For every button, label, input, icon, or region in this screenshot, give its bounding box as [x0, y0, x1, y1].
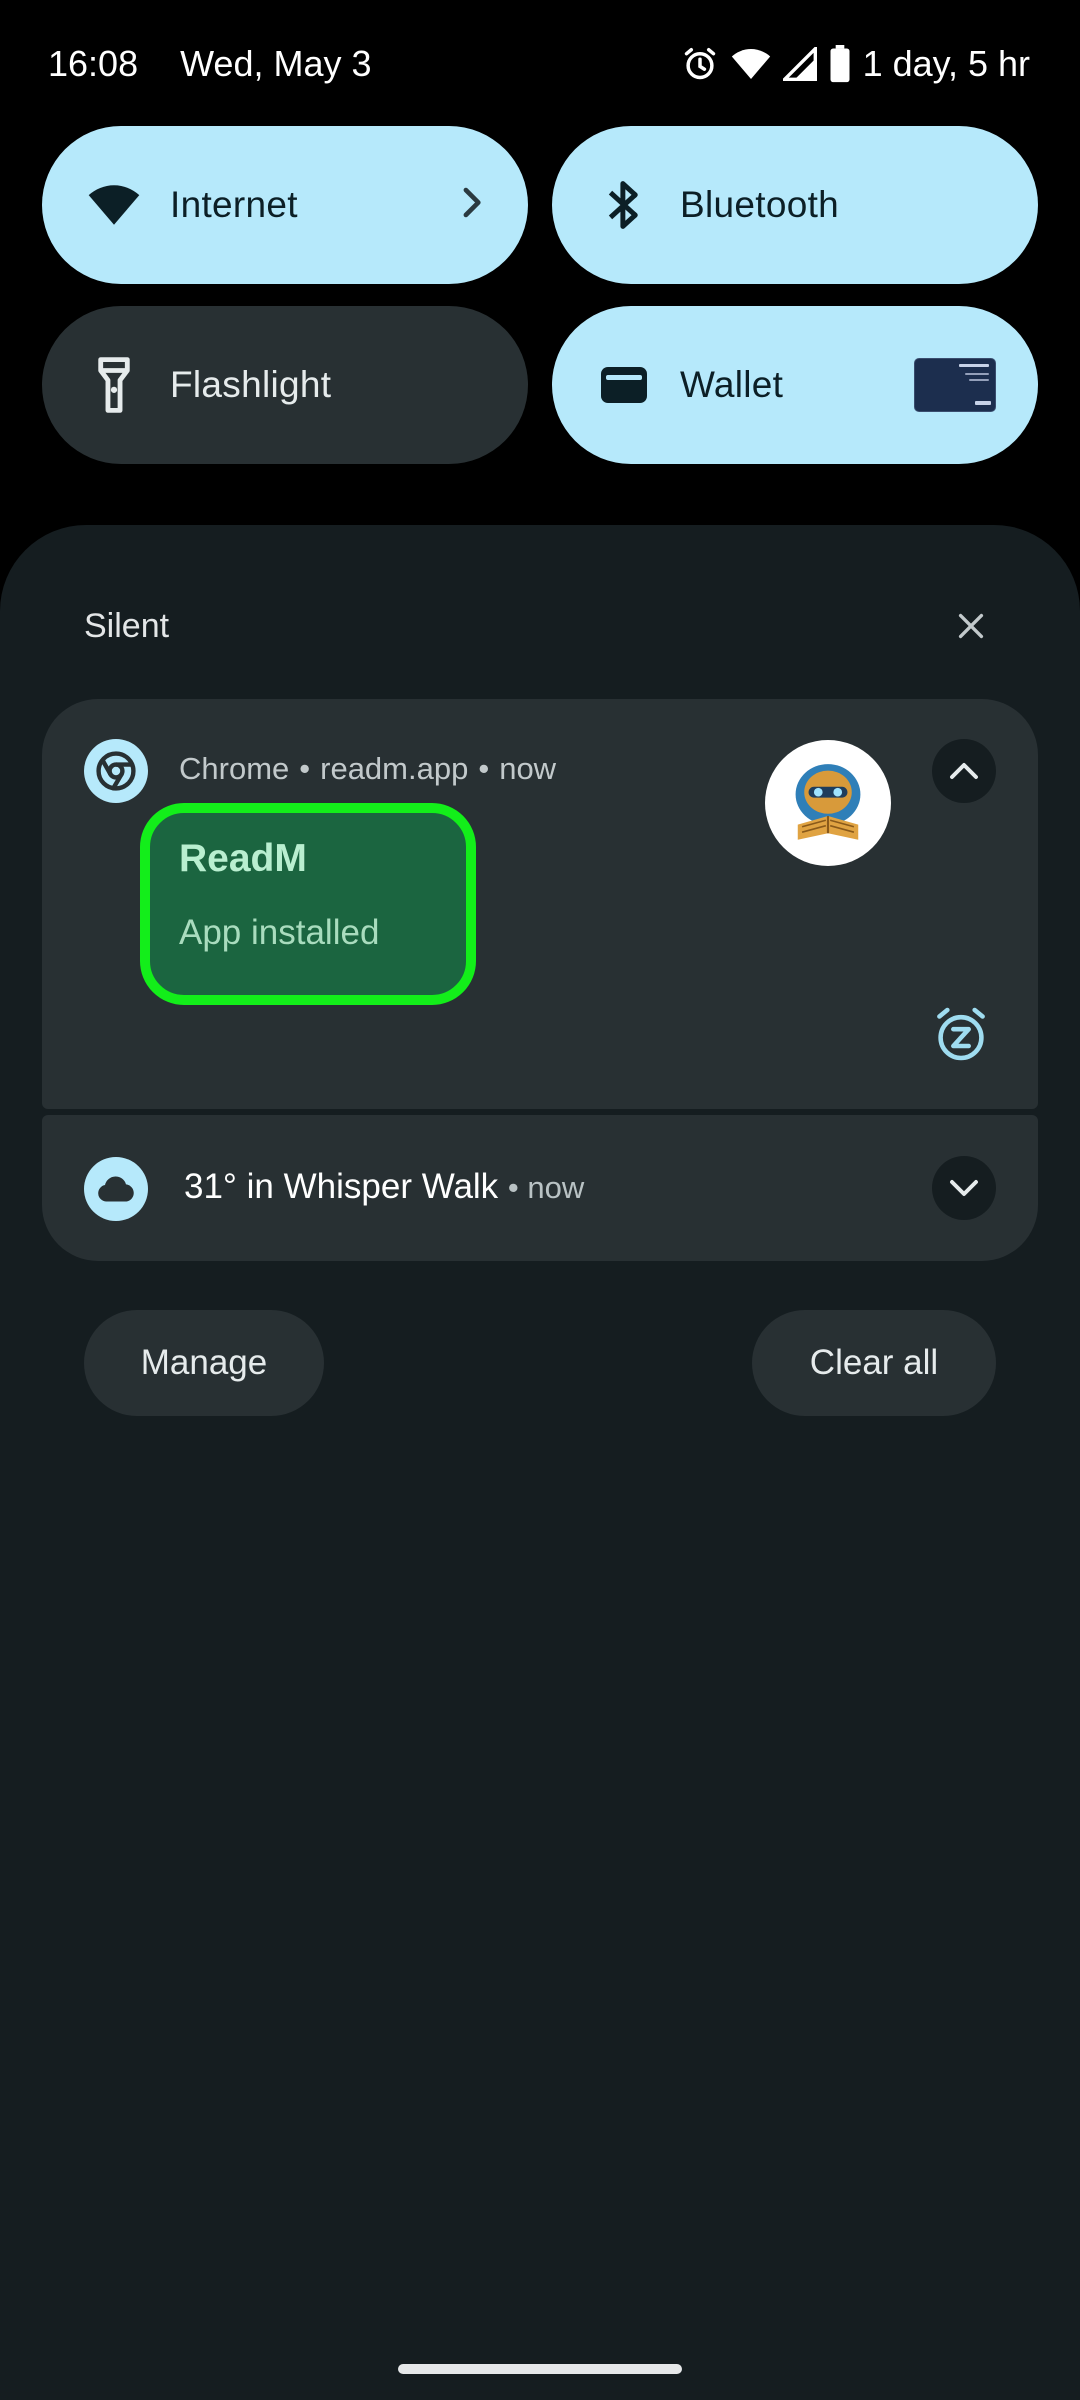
status-right: 1 day, 5 hr [681, 43, 1030, 85]
clear-all-button[interactable]: Clear all [752, 1310, 996, 1416]
notification-weather[interactable]: 31° in Whisper Walk • now [42, 1115, 1038, 1261]
section-header-silent: Silent [84, 607, 170, 645]
alarm-icon [681, 45, 719, 83]
highlight-box [140, 803, 476, 1005]
expand-button[interactable] [932, 1156, 996, 1220]
separator-dot: • [478, 751, 490, 786]
notification-app-name: Chrome [179, 751, 290, 786]
status-date: Wed, May 3 [180, 43, 372, 84]
tile-bluetooth[interactable]: Bluetooth [552, 126, 1038, 284]
chrome-icon [84, 739, 148, 803]
bluetooth-icon [592, 173, 656, 237]
notification-title: ReadM [179, 837, 307, 880]
separator-dot: • [507, 1170, 519, 1205]
notification-shade: Silent Chrome • readm.app • now ReadM App in… [0, 525, 1080, 2400]
wifi-icon [82, 173, 146, 237]
close-icon[interactable] [958, 613, 984, 644]
battery-text: 1 day, 5 hr [862, 43, 1030, 84]
tile-flashlight[interactable]: Flashlight [42, 306, 528, 464]
quick-settings: Internet Bluetooth Flashlight Wallet [42, 126, 1038, 464]
tile-label: Flashlight [170, 364, 332, 405]
gesture-nav-handle[interactable] [398, 2364, 682, 2374]
notification-title: 31° in Whisper Walk [184, 1167, 499, 1206]
tile-wallet[interactable]: Wallet [552, 306, 1038, 464]
collapse-button[interactable] [932, 739, 996, 803]
tile-internet[interactable]: Internet [42, 126, 528, 284]
battery-icon [829, 45, 851, 83]
notification-time: now [527, 1170, 585, 1205]
notification-time: now [499, 751, 557, 786]
flashlight-icon [82, 353, 146, 417]
status-bar: 16:08 Wed, May 3 1 day, 5 hr [0, 0, 1080, 128]
status-left: 16:08 Wed, May 3 [48, 43, 372, 85]
notification-meta: Chrome • readm.app • now [179, 751, 556, 787]
status-time: 16:08 [48, 43, 139, 84]
cloud-icon [84, 1157, 148, 1221]
credit-card-image[interactable] [914, 358, 996, 412]
chevron-right-icon[interactable] [462, 187, 484, 224]
readm-app-icon [765, 740, 891, 866]
cell-signal-icon [782, 47, 817, 81]
tile-label: Wallet [680, 364, 784, 405]
separator-dot: • [299, 751, 311, 786]
notification-meta: • now [508, 1170, 584, 1205]
wallet-icon [592, 353, 656, 417]
wifi-icon [731, 47, 771, 81]
notification-text: App installed [179, 913, 380, 952]
manage-button[interactable]: Manage [84, 1310, 324, 1416]
notification-readm[interactable]: Chrome • readm.app • now ReadM App installed [42, 699, 1038, 1109]
snooze-icon[interactable] [932, 1004, 990, 1069]
tile-label: Internet [170, 184, 298, 225]
notification-source: readm.app [320, 751, 469, 786]
weather-title-row: 31° in Whisper Walk • now [184, 1167, 584, 1207]
notification-group: Chrome • readm.app • now ReadM App installed [42, 699, 1038, 1261]
tile-label: Bluetooth [680, 184, 840, 225]
